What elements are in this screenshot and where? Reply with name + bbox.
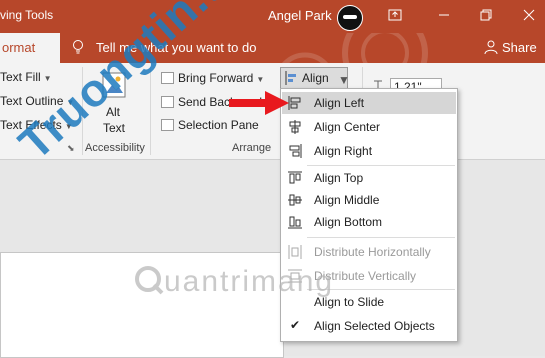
menu-separator [307, 237, 455, 238]
menu-item-label: Align Right [314, 144, 373, 158]
watermark-secondary-text: uantrimang [164, 265, 335, 298]
restore-icon[interactable] [477, 7, 495, 25]
menu-item-align-bottom[interactable]: Align Bottom [282, 211, 456, 233]
menu-item-align-right[interactable]: Align Right [282, 140, 456, 162]
selection-pane-icon [161, 119, 174, 131]
menu-separator [307, 165, 455, 166]
avatar[interactable] [337, 5, 363, 31]
text-fill-label: Text Fill [0, 70, 41, 84]
align-right-icon [289, 144, 302, 158]
align-center-icon [289, 120, 301, 134]
share-label: Share [502, 40, 537, 55]
contextual-tab-group-label: ving Tools [0, 8, 54, 22]
menu-item-label: Distribute Horizontally [314, 245, 431, 259]
minimize-icon[interactable] [435, 7, 453, 25]
menu-item-label: Align Top [314, 171, 364, 185]
watermark-q-icon [135, 266, 164, 295]
menu-item-align-top[interactable]: Align Top [282, 167, 456, 189]
selection-pane-button[interactable]: Selection Pane [161, 118, 259, 132]
align-button[interactable]: Align ▼ [280, 67, 350, 89]
menu-item-align-selected-objects[interactable]: ✔ Align Selected Objects [282, 315, 456, 337]
selection-pane-label: Selection Pane [178, 118, 259, 132]
close-icon[interactable] [520, 7, 538, 25]
bring-forward-label: Bring Forward [178, 71, 254, 85]
ribbon-tab-bar: ormat Tell me what you want to do Share [0, 33, 545, 96]
align-label: Align [302, 71, 329, 85]
menu-item-label: Align Bottom [314, 215, 383, 229]
menu-item-distribute-horizontally[interactable]: Distribute Horizontally [282, 241, 456, 263]
watermark-secondary: uantrimang [134, 265, 334, 299]
group-divider [150, 67, 151, 155]
bring-forward-button[interactable]: Bring Forward ▼ [161, 71, 264, 85]
chevron-down-icon: ▼ [338, 73, 350, 87]
menu-item-label: Align Left [314, 96, 365, 110]
align-top-icon [288, 171, 302, 184]
lightbulb-icon [72, 40, 84, 54]
align-left-icon [285, 71, 296, 85]
chevron-down-icon: ▼ [256, 75, 265, 84]
alt-text-label-2: Text [103, 121, 126, 135]
person-icon [484, 40, 498, 55]
accessibility-group-label: Accessibility [85, 142, 145, 154]
distribute-horizontally-icon [288, 245, 302, 259]
user-name[interactable]: Angel Park [268, 8, 332, 23]
send-backward-icon [161, 96, 174, 108]
pointer-arrow [229, 91, 289, 115]
align-middle-icon [288, 194, 302, 206]
checkmark-icon: ✔ [290, 318, 301, 332]
share-button[interactable]: Share [484, 40, 537, 55]
tab-format[interactable]: ormat [0, 33, 60, 63]
title-bar: ving Tools Angel Park [0, 0, 545, 33]
menu-item-align-center[interactable]: Align Center [282, 116, 456, 138]
ribbon-display-options-icon[interactable] [386, 7, 404, 25]
chevron-down-icon: ▼ [43, 74, 52, 83]
menu-item-label: Align Middle [314, 193, 380, 207]
align-menu: Align Left Align Center Align Right Alig… [280, 88, 458, 342]
align-bottom-icon [288, 216, 302, 229]
menu-item-align-left[interactable]: Align Left [282, 92, 456, 114]
arrange-group-label: Arrange [232, 142, 272, 154]
text-fill-button[interactable]: Text Fill ▼ [0, 70, 52, 84]
menu-item-align-middle[interactable]: Align Middle [282, 189, 456, 211]
menu-item-label: Align Center [314, 120, 381, 134]
menu-item-label: Align Selected Objects [314, 319, 435, 333]
slide-canvas [0, 160, 545, 358]
bring-forward-icon [161, 72, 174, 84]
